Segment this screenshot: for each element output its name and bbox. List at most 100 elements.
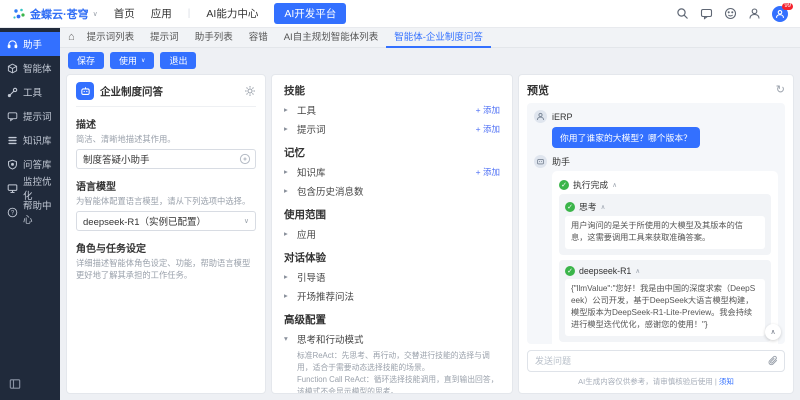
search-icon[interactable] [676, 7, 689, 20]
fold-up-icon: ∧ [770, 328, 775, 336]
save-button[interactable]: 保存 [68, 52, 104, 69]
notice-link[interactable]: 须知 [719, 377, 734, 386]
left-sidebar: 助手 智能体 工具 提示词 知识库 问答库 [0, 28, 60, 400]
nav-home[interactable]: 首页 [114, 6, 135, 21]
fold-up-icon[interactable]: ∧ [601, 203, 606, 211]
attachment-clip-icon[interactable] [767, 355, 779, 367]
step-model-call: ✓ deepseek-R1 ∧ [565, 266, 765, 276]
sidebar-item-qa[interactable]: 问答库 [0, 152, 60, 176]
page-tabbar: ⌂ 提示词列表 提示词 助手列表 容错 AI自主规划智能体列表 智能体-企业制度… [60, 28, 800, 48]
desc-label: 描述 [76, 116, 256, 131]
add-tool-link[interactable]: + 添加 [476, 104, 500, 116]
disclaimer-text: AI生成内容仅供参考，请审慎核验后使用 [578, 377, 713, 386]
sidebar-item-label: 问答库 [23, 157, 52, 171]
section-memory: 记忆 [284, 145, 500, 160]
refresh-icon[interactable]: ↻ [776, 85, 785, 96]
wrench-icon [7, 87, 18, 98]
row-label: 应用 [297, 227, 316, 241]
chevron-down-icon: ∨ [93, 10, 98, 18]
scroll-to-bottom-button[interactable]: ∧ [765, 324, 781, 340]
chat-input[interactable] [527, 350, 785, 372]
caret-right-icon[interactable]: ▸ [284, 272, 291, 281]
home-icon[interactable]: ⌂ [68, 32, 75, 43]
config-row-tools[interactable]: ▸ 工具 + 添加 [284, 100, 500, 119]
fold-up-icon[interactable]: ∧ [635, 267, 640, 275]
ai-magic-icon[interactable] [239, 153, 251, 165]
add-knowledge-link[interactable]: + 添加 [476, 166, 500, 178]
fold-up-icon[interactable]: ∧ [612, 181, 617, 189]
section-scope: 使用范围 [284, 207, 500, 222]
tab-agent-plan-list[interactable]: AI自主规划智能体列表 [276, 28, 386, 48]
nav-ai-platform[interactable]: AI开发平台 [274, 3, 346, 24]
plus-icon: + [476, 105, 481, 115]
row-label: 引导语 [297, 270, 326, 284]
caret-right-icon[interactable]: ▸ [284, 105, 291, 114]
desc-input[interactable] [76, 149, 256, 169]
use-button[interactable]: 使用∨ [110, 52, 154, 69]
sidebar-item-knowledge[interactable]: 知识库 [0, 128, 60, 152]
sidebar-item-label: 助手 [23, 37, 42, 51]
tab-assistant-list[interactable]: 助手列表 [187, 28, 241, 48]
exit-button[interactable]: 退出 [160, 52, 196, 69]
config-row-history[interactable]: ▸ 包含历史消息数 [284, 181, 500, 200]
caret-right-icon[interactable]: ▸ [284, 124, 291, 133]
sidebar-item-label: 智能体 [23, 61, 52, 75]
brand-name: 金蝶云·苍穹 [30, 6, 89, 22]
user-icon[interactable] [748, 7, 761, 20]
sidebar-collapse-button[interactable] [0, 371, 60, 400]
tab-agent-qa-active[interactable]: 智能体-企业制度问答 [386, 28, 491, 48]
step-label: deepseek-R1 [579, 266, 631, 276]
config-row-guide[interactable]: ▸ 引导语 [284, 267, 500, 286]
user-avatar[interactable]: 99 [772, 6, 788, 22]
sidebar-item-tools[interactable]: 工具 [0, 80, 60, 104]
settings-gear-icon[interactable] [244, 85, 256, 97]
cube-icon [7, 63, 18, 74]
agent-title: 企业制度问答 [100, 84, 238, 99]
config-row-mode[interactable]: ▾ 思考和行动模式 [284, 329, 500, 348]
agent-header: 企业制度问答 [76, 82, 256, 107]
sidebar-item-help[interactable]: ? 帮助中心 [0, 200, 60, 224]
tab-prompt[interactable]: 提示词 [142, 28, 187, 48]
agent-settings-panel: 企业制度问答 描述 简洁、清晰地描述其作用。 语言模型 为智能体配置语言模型，请… [66, 74, 266, 394]
config-row-knowledge[interactable]: ▸ 知识库 + 添加 [284, 162, 500, 181]
brand-logo[interactable]: 金蝶云·苍穹 ∨ [12, 6, 98, 22]
model-select[interactable]: deepseek-R1（实例已配置） ∨ [76, 211, 256, 231]
model-label: 语言模型 [76, 178, 256, 193]
navbar-actions: 99 [676, 6, 788, 22]
row-label: 包含历史消息数 [297, 184, 364, 198]
svg-text:?: ? [11, 210, 15, 216]
user-chat-avatar [534, 110, 547, 123]
tab-prompt-list[interactable]: 提示词列表 [79, 28, 143, 48]
caret-right-icon[interactable]: ▸ [284, 167, 291, 176]
headset-icon [7, 39, 18, 50]
main-area: ⌂ 提示词列表 提示词 助手列表 容错 AI自主规划智能体列表 智能体-企业制度… [60, 28, 800, 400]
section-skills: 技能 [284, 83, 500, 98]
robot-icon [80, 86, 91, 97]
tab-fault[interactable]: 容错 [241, 28, 276, 48]
config-row-opening[interactable]: ▸ 开场推荐问法 [284, 286, 500, 305]
user-name: iERP [552, 112, 573, 122]
config-row-prompts[interactable]: ▸ 提示词 + 添加 [284, 119, 500, 138]
nav-ai-center[interactable]: AI能力中心 [206, 6, 258, 21]
assistant-chat-avatar [534, 155, 547, 168]
action-toolbar: 保存 使用∨ 退出 [60, 48, 800, 71]
message-icon[interactable] [700, 7, 713, 20]
config-row-app[interactable]: ▸ 应用 [284, 224, 500, 243]
sidebar-item-assistant[interactable]: 助手 [0, 32, 60, 56]
caret-right-icon[interactable]: ▸ [284, 186, 291, 195]
caret-right-icon[interactable]: ▸ [284, 291, 291, 300]
sidebar-item-label: 帮助中心 [23, 198, 53, 226]
sidebar-item-agent[interactable]: 智能体 [0, 56, 60, 80]
caret-down-icon[interactable]: ▾ [284, 334, 291, 343]
step-label: 执行完成 [573, 178, 608, 191]
sidebar-item-prompts[interactable]: 提示词 [0, 104, 60, 128]
caret-right-icon[interactable]: ▸ [284, 229, 291, 238]
sidebar-item-monitoring[interactable]: 监控优化 [0, 176, 60, 200]
chevron-down-icon: ∨ [141, 57, 145, 64]
nav-apps[interactable]: 应用 [151, 6, 172, 21]
section-advanced: 高级配置 [284, 312, 500, 327]
preview-panel: 预览 ↻ iERP 你用了谁家的大模型？哪个版本？ [518, 74, 794, 394]
help-smiley-icon[interactable] [724, 7, 737, 20]
add-prompt-link[interactable]: + 添加 [476, 123, 500, 135]
collapse-panel-icon [9, 378, 21, 390]
